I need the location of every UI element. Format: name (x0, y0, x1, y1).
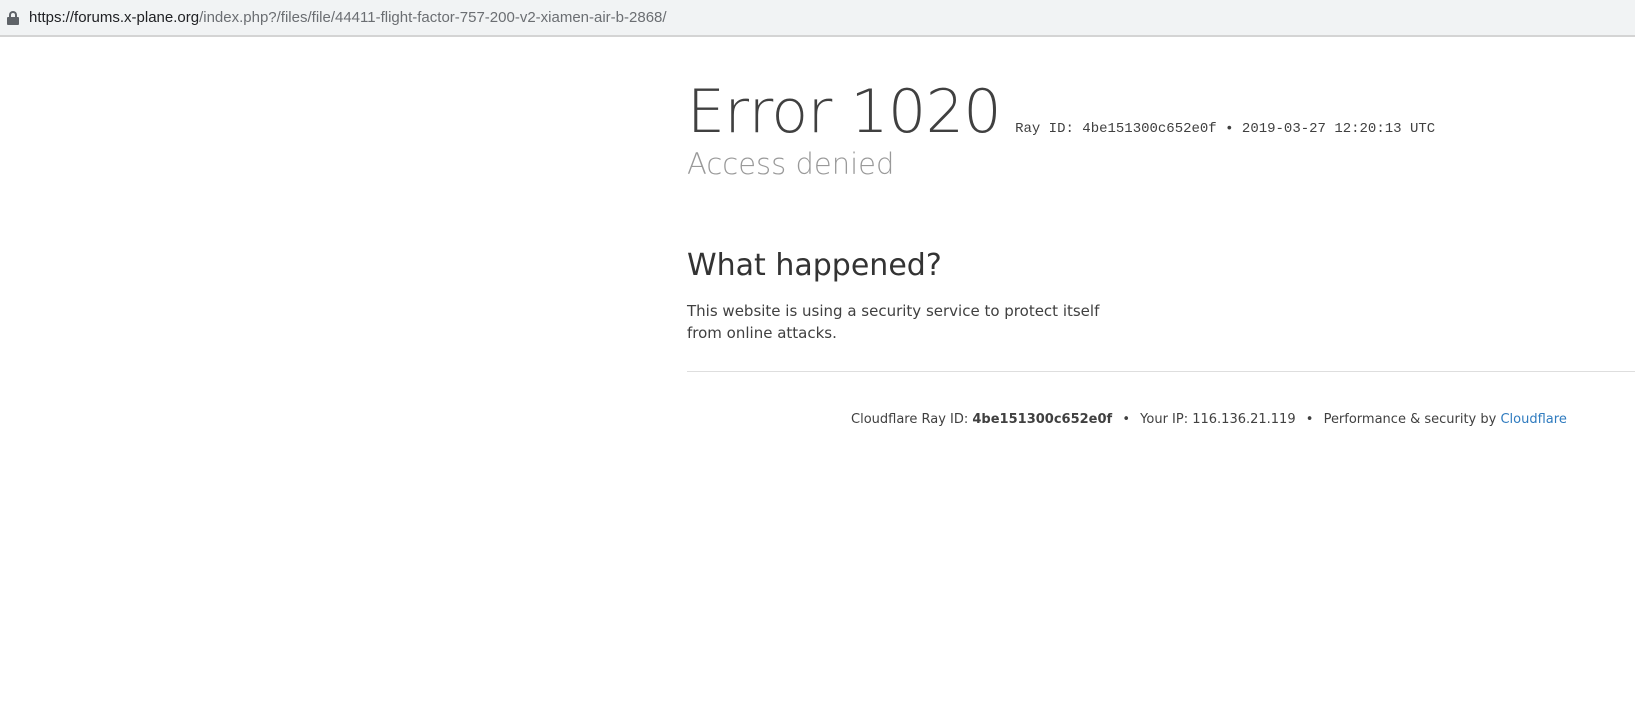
footer-bullet: • (1305, 412, 1314, 427)
url-host: https://forums.x-plane.org (29, 9, 200, 26)
error-content: Error 1020 Ray ID: 4be151300c652e0f • 20… (687, 74, 1635, 344)
address-bar[interactable]: https://forums.x-plane.org/index.php?/fi… (0, 0, 1635, 37)
error-subtitle: Access denied (687, 147, 895, 181)
url-path: /index.php?/files/file/44411-flight-fact… (199, 9, 667, 26)
what-happened-text: This website is using a security service… (687, 302, 1100, 342)
cloudflare-link[interactable]: Cloudflare (1500, 412, 1566, 427)
divider (687, 371, 1635, 372)
footer-performance-text: Performance & security by (1323, 412, 1497, 427)
url-field[interactable]: https://forums.x-plane.org/index.php?/fi… (29, 9, 667, 26)
footer-ray-label: Cloudflare Ray ID: (851, 412, 969, 427)
footer-ray-id: 4be151300c652e0f (972, 412, 1113, 427)
footer: Cloudflare Ray ID: 4be151300c652e0f • Yo… (851, 412, 1567, 427)
ray-id-header: Ray ID: 4be151300c652e0f • 2019-03-27 12… (1015, 121, 1436, 137)
error-title: Error 1020 (687, 77, 1002, 147)
footer-bullet: • (1122, 412, 1131, 427)
error-header: Error 1020 Ray ID: 4be151300c652e0f • 20… (687, 74, 1635, 150)
what-happened-heading: What happened? (687, 248, 942, 283)
footer-ip: Your IP: 116.136.21.119 (1140, 412, 1296, 427)
lock-icon[interactable] (7, 10, 19, 25)
